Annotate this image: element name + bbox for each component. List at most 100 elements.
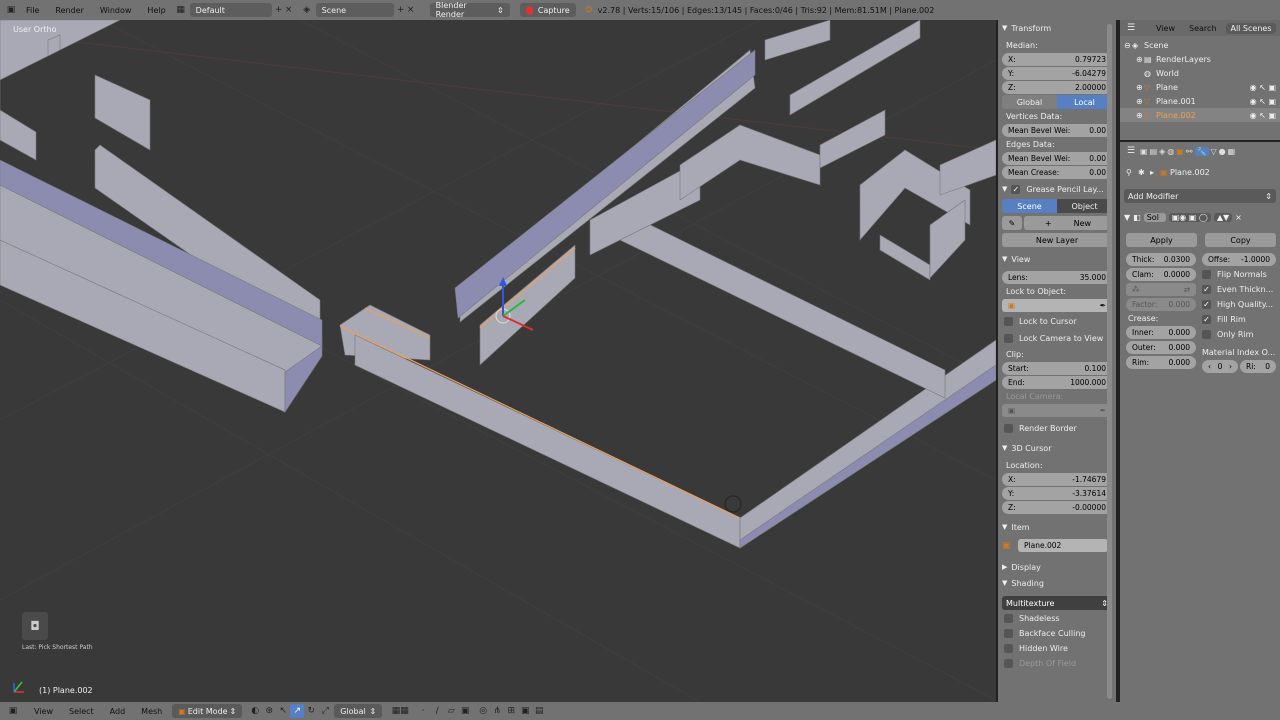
shading-header[interactable]: ▼ Shading xyxy=(998,576,1116,590)
menu-mesh[interactable]: Mesh xyxy=(133,707,170,716)
outliner-item-renderlayers[interactable]: ⊕ ▤ RenderLayers xyxy=(1120,52,1280,66)
properties-editor-icon[interactable]: ☰ xyxy=(1124,144,1138,158)
clip-start-field[interactable]: Start: 0.100 xyxy=(1002,362,1112,375)
median-x-field[interactable]: X: 0.79723 xyxy=(1002,53,1112,66)
scene-geometry[interactable] xyxy=(0,20,996,702)
menu-help[interactable]: Help xyxy=(139,6,173,15)
mean-bevel-weight-field[interactable]: Mean Bevel Wei: 0.00 xyxy=(1002,124,1112,137)
rim-crease-field[interactable]: Rim: 0.000 xyxy=(1126,356,1196,369)
world-tab-icon[interactable]: ◍ xyxy=(1167,147,1174,156)
close-icon[interactable]: × xyxy=(1235,213,1242,222)
menu-render[interactable]: Render xyxy=(47,6,91,15)
material-rim-field[interactable]: Ri: 0 xyxy=(1240,360,1276,373)
lens-field[interactable]: Lens: 35.000 xyxy=(1002,271,1112,284)
render-engine-select[interactable]: Blender Render ⇕ xyxy=(429,1,510,19)
blender-menu-icon[interactable]: ▣ xyxy=(4,3,18,17)
npanel-scrollbar[interactable] xyxy=(1107,24,1112,699)
texture-tab-icon[interactable]: ▦ xyxy=(1228,147,1236,156)
new-grease-button[interactable]: + New xyxy=(1024,216,1112,230)
edge-bevel-weight-field[interactable]: Mean Bevel Wei: 0.00 xyxy=(1002,152,1112,165)
render-preview-icon[interactable]: ▣ xyxy=(518,704,532,718)
modifier-display-icons[interactable]: ▣◉ ▣ ◯ xyxy=(1168,212,1211,222)
depth-of-field-checkbox[interactable]: Depth Of Field xyxy=(998,656,1116,671)
shading-mode-select[interactable]: Multitexture ⇕ xyxy=(1002,596,1112,610)
material-tab-icon[interactable]: ● xyxy=(1219,147,1226,156)
layers-tab-icon[interactable]: ▤ xyxy=(1150,147,1158,156)
layout-icon[interactable]: ▦ xyxy=(174,3,188,17)
only-rim-checkbox[interactable]: Only Rim xyxy=(1200,327,1280,342)
vertex-select-icon[interactable]: · xyxy=(416,704,430,718)
render-border-checkbox[interactable]: Render Border xyxy=(998,421,1116,436)
global-toggle[interactable]: Global xyxy=(1002,95,1057,109)
occlude-icon[interactable]: ▣ xyxy=(458,704,472,718)
outliner-item-plane[interactable]: ⊕ ▽ Plane ◉ ↖ ▣ xyxy=(1120,80,1280,94)
eye-icon[interactable]: ◉ ↖ ▣ xyxy=(1250,111,1276,120)
cursor-x-field[interactable]: X: -1.74679 xyxy=(1002,473,1112,486)
add-layout-icon[interactable]: + xyxy=(274,3,284,17)
scene-field[interactable]: Scene xyxy=(315,3,394,17)
modifier-move-icons[interactable]: ▲▼ xyxy=(1213,212,1233,222)
pencil-icon[interactable]: ✎ xyxy=(1002,216,1022,230)
item-header[interactable]: ▼ Item xyxy=(998,520,1116,534)
lock-to-cursor-checkbox[interactable]: Lock to Cursor xyxy=(998,314,1116,329)
scene-icon[interactable]: ◈ xyxy=(300,3,314,17)
close-scene-icon[interactable]: × xyxy=(406,3,416,17)
even-thickness-checkbox[interactable]: ✓ Even Thickn... xyxy=(1200,282,1280,297)
menu-view[interactable]: View xyxy=(26,707,61,716)
lock-camera-checkbox[interactable]: Lock Camera to View xyxy=(998,331,1116,346)
scale-icon[interactable]: ⤢ xyxy=(318,704,332,718)
eye-icon[interactable]: ◉ ↖ ▣ xyxy=(1250,97,1276,106)
display-header[interactable]: ▶ Display xyxy=(998,560,1116,574)
3d-cursor-header[interactable]: ▼ 3D Cursor xyxy=(998,441,1116,455)
outer-crease-field[interactable]: Outer: 0.000 xyxy=(1126,341,1196,354)
transform-header[interactable]: ▼ Transform xyxy=(998,21,1116,35)
constraint-tab-icon[interactable]: ⚯ xyxy=(1186,147,1193,156)
high-quality-checkbox[interactable]: ✓ High Quality... xyxy=(1200,297,1280,312)
grease-object-toggle[interactable]: Object xyxy=(1057,199,1112,213)
menu-select[interactable]: Select xyxy=(61,707,102,716)
close-layout-icon[interactable]: × xyxy=(284,3,294,17)
layout-field[interactable]: Default xyxy=(189,3,272,17)
outliner-item-scene[interactable]: ⊖ ◈ Scene xyxy=(1120,38,1280,52)
orientation-select[interactable]: Global ⇕ xyxy=(334,704,383,718)
object-tab-icon[interactable]: ▣ xyxy=(1176,147,1184,156)
view-header[interactable]: ▼ View xyxy=(998,252,1116,266)
all-scenes-select[interactable]: All Scenes xyxy=(1226,22,1276,34)
cursor-z-field[interactable]: Z: -0.00000 xyxy=(1002,501,1112,514)
outliner-item-plane-001[interactable]: ⊕ ▽ Plane.001 ◉ ↖ ▣ xyxy=(1120,94,1280,108)
backface-culling-checkbox[interactable]: Backface Culling xyxy=(998,626,1116,641)
editor-type-icon[interactable]: ▣ xyxy=(6,704,20,718)
modifier-name-field[interactable]: Sol xyxy=(1143,212,1166,222)
collapse-triangle-icon[interactable]: ▼ xyxy=(1124,213,1130,222)
outliner-search-menu[interactable]: Search xyxy=(1189,24,1216,33)
data-tab-icon[interactable]: ▽ xyxy=(1211,147,1217,156)
outliner-editor-icon[interactable]: ☰ xyxy=(1124,21,1138,35)
eye-icon[interactable]: ◉ ↖ ▣ xyxy=(1250,83,1276,92)
snap-icon[interactable]: ⋔ xyxy=(490,704,504,718)
rotate-icon[interactable]: ↻ xyxy=(304,704,318,718)
apply-button[interactable]: Apply xyxy=(1126,233,1197,247)
pin-icon[interactable]: ⚲ xyxy=(1126,168,1138,177)
add-scene-icon[interactable]: + xyxy=(396,3,406,17)
modifier-tab-icon[interactable]: 🔧 xyxy=(1194,146,1209,156)
capture-button[interactable]: Capture xyxy=(519,3,576,17)
scene-tab-icon[interactable]: ◈ xyxy=(1159,147,1165,156)
grease-pencil-checkbox[interactable]: ✓ xyxy=(1011,184,1021,194)
menu-add[interactable]: Add xyxy=(102,707,134,716)
offset-field[interactable]: Offse: -1.0000 xyxy=(1202,253,1276,266)
local-camera-field[interactable]: ▣ ✒ xyxy=(1002,404,1112,417)
fill-rim-checkbox[interactable]: ✓ Fill Rim xyxy=(1200,312,1280,327)
thickness-field[interactable]: Thick: 0.0300 xyxy=(1126,253,1196,266)
mean-crease-field[interactable]: Mean Crease: 0.00 xyxy=(1002,166,1112,179)
proportional-edit-icon[interactable]: ◎ xyxy=(476,704,490,718)
inner-crease-field[interactable]: Inner: 0.000 xyxy=(1126,326,1196,339)
outliner-item-plane-002[interactable]: ⊕ ▽ Plane.002 ◉ ↖ ▣ xyxy=(1120,108,1280,122)
grease-scene-toggle[interactable]: Scene xyxy=(1002,199,1057,213)
layer-icons[interactable]: ▦▦ xyxy=(384,704,416,718)
factor-field[interactable]: Factor: 0.000 xyxy=(1126,298,1196,311)
clamp-field[interactable]: Clam: 0.0000 xyxy=(1126,268,1196,281)
item-name-field[interactable]: Plane.002 xyxy=(1018,539,1108,552)
lock-object-field[interactable]: ▣ ✒ xyxy=(1002,299,1112,312)
face-select-icon[interactable]: ▱ xyxy=(444,704,458,718)
menu-window[interactable]: Window xyxy=(92,6,140,15)
